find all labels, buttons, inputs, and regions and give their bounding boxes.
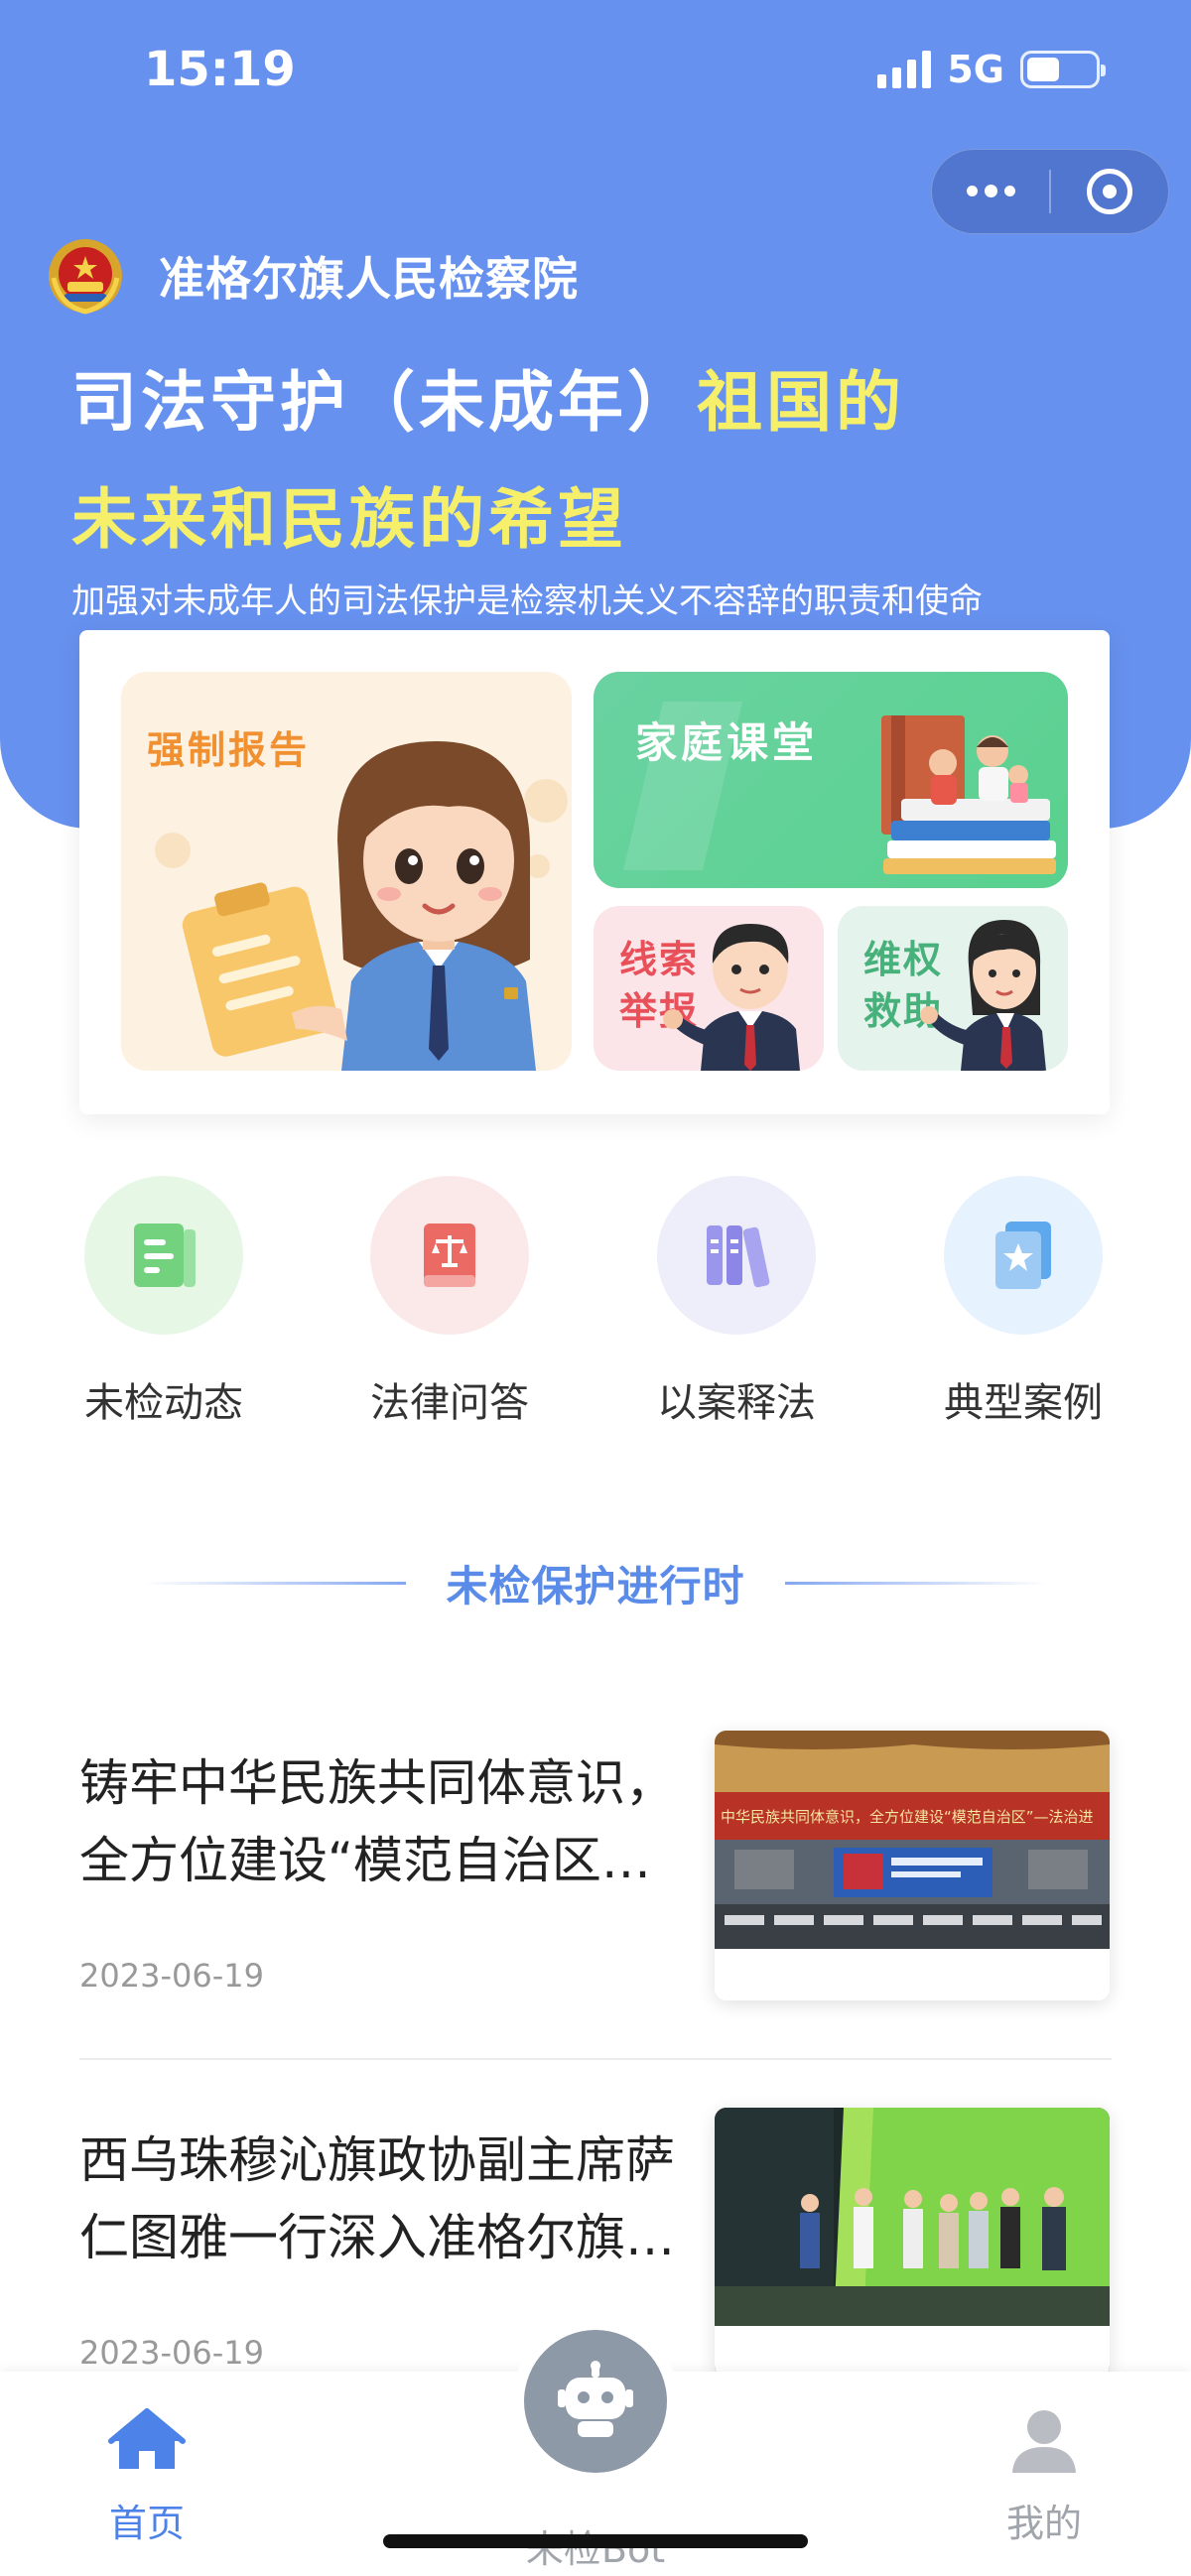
section-title: 未检保护进行时 [0,1553,1191,1612]
star-book-icon [944,1176,1103,1335]
quick-entry-label: 法律问答 [370,1380,529,1426]
home-icon [108,2408,186,2469]
quick-entry-news[interactable]: 未检动态 [50,1176,278,1428]
mini-program-capsule [931,149,1169,234]
prosecutor-man-illustration-icon [663,924,800,1071]
quick-entry-typical-cases[interactable]: 典型案例 [909,1176,1137,1428]
tab-mine-label: 我的 [1005,2502,1082,2545]
bot-button[interactable] [524,2330,667,2473]
tab-home-label: 首页 [108,2502,185,2545]
slogan-line-2: 未来和民族的希望 [71,480,627,558]
procuratorate-emblem-icon [49,239,122,315]
news-date: 2023-06-19 [79,1957,264,1995]
quick-entry-label: 典型案例 [944,1380,1103,1426]
target-icon [1087,169,1132,214]
tab-home[interactable]: 首页 [48,2407,246,2547]
mandatory-report-tile[interactable]: 强制报告 [121,672,572,1071]
clue-report-tile[interactable]: 线索举报 [594,906,824,1071]
section-title-text: 未检保护进行时 [446,1561,745,1610]
law-book-icon [370,1176,529,1335]
family-classroom-tile[interactable]: 家庭课堂 [594,672,1068,888]
family-books-illustration-icon [623,702,1056,874]
robot-icon [558,2361,633,2437]
status-indicators: 5G [877,48,1106,91]
tab-mine[interactable]: 我的 [945,2407,1143,2547]
quick-entry-grid: 未检动态 法律问答 以案释法 典型案例 [0,1176,1191,1434]
signal-icon [877,51,932,88]
battery-icon [1020,51,1106,88]
quick-entry-case-law[interactable]: 以案释法 [622,1176,851,1428]
quick-entry-law-qa[interactable]: 法律问答 [335,1176,564,1428]
news-thumbnail [715,2108,1110,2378]
close-program-button[interactable] [1051,150,1168,233]
header-subtitle: 加强对未成年人的司法保护是检察机关义不容辞的职责和使命 [71,581,983,621]
news-date: 2023-06-19 [79,2334,264,2372]
news-thumbnail: 中华民族共同体意识，全方位建设“模范自治区”—法治进 [715,1731,1110,2000]
quick-entry-label: 未检动态 [84,1380,243,1426]
slogan-white-text: 司法守护（未成年） [71,363,697,441]
section-divider-left [143,1581,407,1585]
slogan-yellow-text: 祖国的 [697,363,905,441]
network-type: 5G [947,48,1004,91]
slogan-line-1: 司法守护（未成年）祖国的 [71,349,905,445]
news-item[interactable]: 铸牢中华民族共同体意识，全方位建设“模范自治区… 2023-06-19 中华民族… [79,1727,1112,2084]
document-icon [84,1176,243,1335]
prosecutor-woman-illustration-icon [155,741,568,1071]
status-time: 15:19 [144,42,296,97]
organization: 准格尔旗人民检察院 [46,236,579,316]
more-dots-icon [966,185,1015,197]
news-title: 西乌珠穆沁旗政协副主席萨仁图雅一行深入准格尔旗… [79,2131,675,2266]
more-menu-button[interactable] [932,150,1049,233]
section-divider-right [784,1581,1048,1585]
feature-card: 强制报告 线索举报 维权救助 [79,630,1110,1114]
quick-entry-label: 以案释法 [657,1380,816,1426]
thumb-banner-text: 中华民族共同体意识，全方位建设“模范自治区”—法治进 [721,1808,1094,1826]
organization-name: 准格尔旗人民检察院 [159,252,579,306]
rights-aid-tile[interactable]: 维权救助 [838,906,1068,1071]
news-title: 铸牢中华民族共同体意识，全方位建设“模范自治区… [79,1754,675,1889]
home-indicator [383,2534,808,2548]
news-separator [79,2058,1112,2060]
prosecutor-woman-small-illustration-icon [920,920,1046,1071]
books-icon [657,1176,816,1335]
user-icon [1012,2410,1076,2473]
